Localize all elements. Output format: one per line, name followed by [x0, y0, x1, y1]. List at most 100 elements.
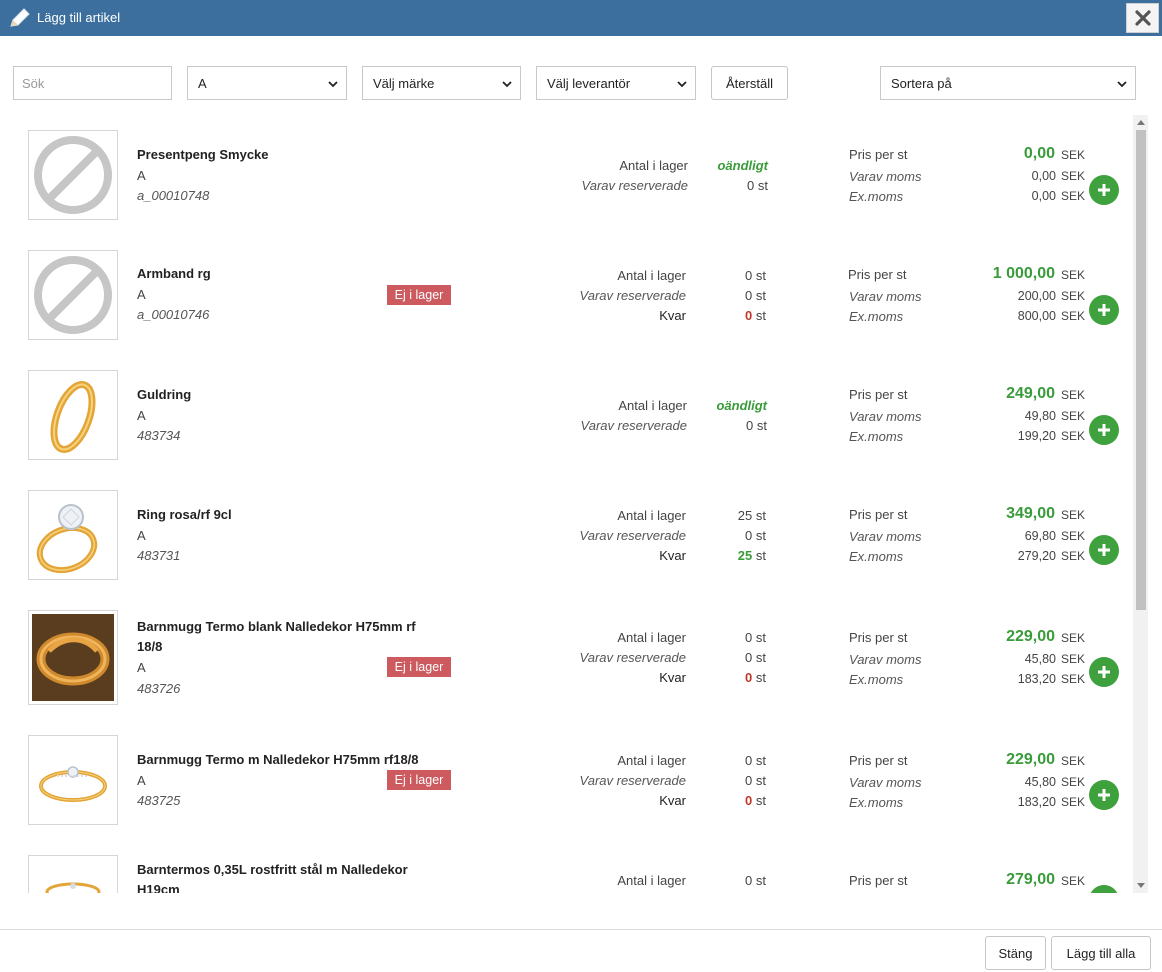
item-name: Guldring [137, 387, 192, 402]
stock-value: 0 st [745, 268, 766, 283]
ex-vat-label: Ex.moms [849, 549, 904, 564]
price-value: 229,00 [1006, 628, 1055, 645]
scrollbar-thumb[interactable] [1136, 130, 1146, 610]
price-label: Pris per st [849, 630, 908, 645]
item-code: 483725 [137, 793, 181, 808]
category-select-value: A [198, 75, 207, 91]
currency: SEK [1061, 631, 1086, 645]
vat-value: 45,80 [1024, 652, 1056, 666]
ex-vat-value: 0,00 [1031, 189, 1056, 203]
sort-select-value: Sortera på [891, 75, 952, 91]
search-input[interactable]: Sök [13, 66, 172, 100]
not-in-stock-badge: Ej i lager [387, 770, 451, 790]
chevron-down-icon [328, 81, 338, 88]
price-value: 279,00 [1006, 871, 1055, 888]
vat-value: 0,00 [1031, 169, 1056, 183]
chevron-down-icon [677, 81, 687, 88]
not-in-stock-badge: Ej i lager [387, 657, 451, 677]
ex-vat-value: 199,20 [1017, 429, 1056, 443]
plus-icon [1098, 424, 1110, 436]
dialog-title: Lägg till artikel [37, 10, 121, 25]
item-name: Ring rosa/rf 9cl [137, 507, 232, 522]
item-name: Presentpeng Smycke [137, 147, 269, 162]
scroll-up-arrow-icon[interactable] [1137, 120, 1145, 125]
reserved-value: 0 st [745, 288, 766, 303]
brand-select[interactable]: Välj märke [362, 66, 521, 100]
add-all-button[interactable]: Lägg till alla [1051, 936, 1151, 970]
reset-button[interactable]: Återställ [711, 66, 788, 100]
list-item: Ring rosa/rf 9cl A 483731 Antal i lager … [0, 490, 1133, 580]
reserved-label: Varav reserverade [579, 773, 686, 788]
close-dialog-button[interactable]: Stäng [985, 936, 1046, 970]
close-button[interactable] [1126, 3, 1159, 33]
currency: SEK [1061, 529, 1086, 543]
add-item-button[interactable] [1089, 175, 1119, 205]
list-item: Barntermos 0,35L rostfritt stål m Nalled… [0, 855, 1133, 893]
plus-icon [1098, 184, 1110, 196]
add-item-button[interactable] [1089, 415, 1119, 445]
ex-vat-label: Ex.moms [849, 672, 904, 687]
item-code: a_00010746 [137, 307, 210, 322]
chevron-down-icon [1117, 81, 1127, 88]
stock-value: 0 st [745, 630, 766, 645]
currency: SEK [1061, 508, 1086, 522]
reserved-value: 0 st [745, 773, 766, 788]
supplier-select-value: Välj leverantör [547, 75, 631, 91]
currency: SEK [1061, 148, 1086, 162]
add-item-button[interactable] [1089, 657, 1119, 687]
item-code: a_00010748 [137, 188, 210, 203]
item-code: 483726 [137, 681, 181, 696]
stock-label: Antal i lager [617, 268, 686, 283]
stock-value: oändligt [717, 158, 768, 173]
brand-select-value: Välj märke [373, 75, 435, 91]
vat-value: 69,80 [1024, 529, 1056, 543]
stock-label: Antal i lager [617, 753, 686, 768]
item-category: A [137, 408, 146, 423]
scroll-down-arrow-icon[interactable] [1137, 883, 1145, 888]
price-value: 0,00 [1023, 145, 1055, 162]
currency: SEK [1061, 795, 1086, 809]
price-value: 249,00 [1006, 385, 1055, 402]
item-name: Armband rg [137, 266, 211, 281]
currency: SEK [1061, 409, 1086, 423]
stock-label: Antal i lager [618, 398, 687, 413]
product-image [28, 610, 118, 705]
item-code: 483734 [137, 428, 181, 443]
item-category: A [137, 528, 146, 543]
plus-icon [1098, 666, 1110, 678]
ex-vat-label: Ex.moms [849, 189, 904, 204]
currency: SEK [1061, 189, 1086, 203]
stock-label: Antal i lager [617, 508, 686, 523]
add-item-button[interactable] [1089, 885, 1119, 893]
close-icon [1134, 10, 1151, 26]
remaining-value: 0 st [745, 670, 766, 685]
add-item-button[interactable] [1089, 780, 1119, 810]
stock-value: 25 st [737, 508, 766, 523]
list-scrollbar[interactable] [1133, 115, 1148, 893]
currency: SEK [1061, 289, 1086, 303]
plus-icon [1098, 544, 1110, 556]
remaining-value: 0 st [745, 308, 766, 323]
item-category: A [137, 168, 146, 183]
item-category: A [137, 287, 146, 302]
vat-value: 200,00 [1017, 289, 1056, 303]
sort-select[interactable]: Sortera på [880, 66, 1136, 100]
remaining-value: 0 st [745, 793, 766, 808]
reserved-value: 0 st [746, 418, 767, 433]
currency: SEK [1061, 754, 1086, 768]
item-name: Barnmugg Termo m Nalledekor H75mm rf18/8 [137, 752, 419, 767]
reserved-value: 0 st [745, 650, 766, 665]
chevron-down-icon [502, 81, 512, 88]
remaining-value: 25 st [737, 548, 766, 563]
dialog-footer: Stäng Lägg till alla [0, 929, 1162, 972]
item-name: Barntermos 0,35L rostfritt stål m Nalled… [137, 862, 408, 893]
add-item-button[interactable] [1089, 295, 1119, 325]
category-select[interactable]: A [187, 66, 347, 100]
stock-value: 0 st [745, 873, 766, 888]
ex-vat-value: 183,20 [1017, 795, 1056, 809]
currency: SEK [1061, 309, 1086, 323]
price-value: 349,00 [1006, 505, 1055, 522]
add-item-button[interactable] [1089, 535, 1119, 565]
supplier-select[interactable]: Välj leverantör [536, 66, 696, 100]
product-image [28, 855, 118, 893]
